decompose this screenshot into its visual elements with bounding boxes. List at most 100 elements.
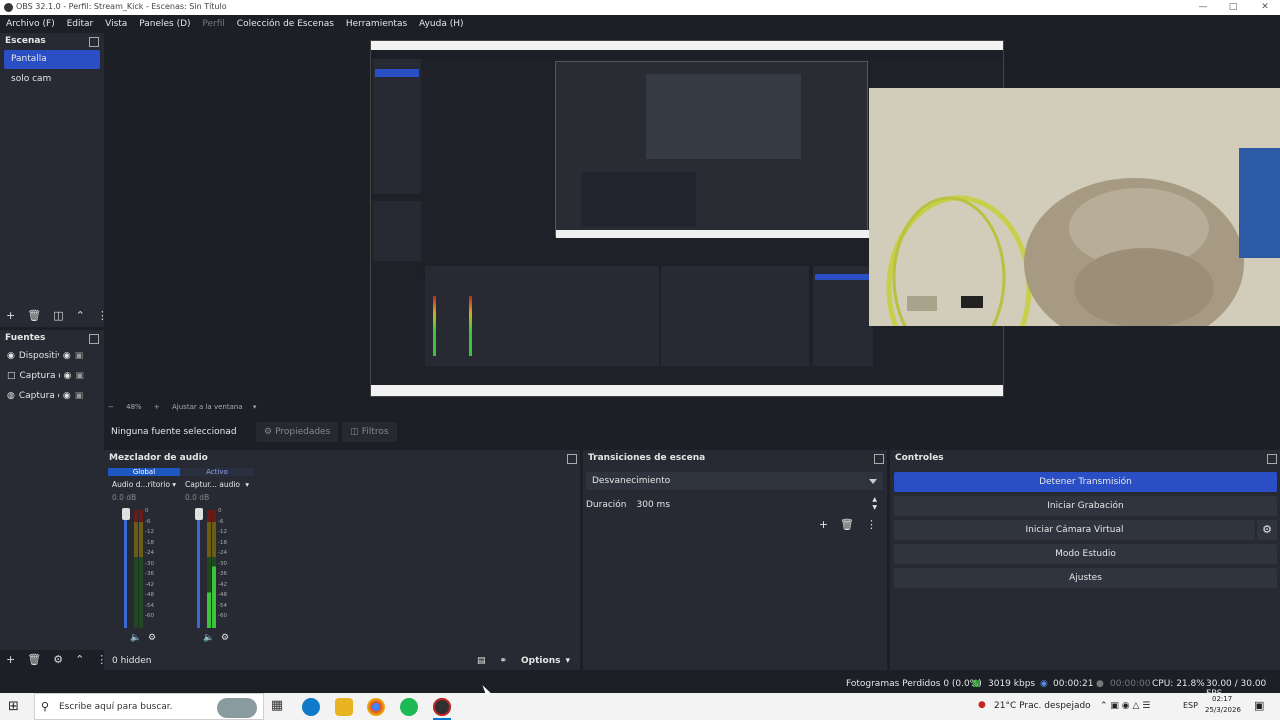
maximize-button[interactable]: □ <box>1218 1 1248 14</box>
virtual-camera-gear-icon[interactable]: ⚙ <box>1257 520 1277 540</box>
language-indicator[interactable]: ESP <box>1183 701 1198 710</box>
task-view-icon[interactable]: ▦ <box>268 698 286 716</box>
file-explorer-icon[interactable] <box>335 698 353 716</box>
trash-icon[interactable]: 🗑 <box>840 518 854 531</box>
menu-bar: Archivo (F) Editar Vista Paneles (D) Per… <box>0 15 1280 33</box>
dock-float-icon[interactable] <box>567 454 577 464</box>
chevron-down-icon[interactable]: ▾ <box>565 656 570 666</box>
clock-time[interactable]: 02:17 <box>1212 695 1232 703</box>
transitions-title: Transiciones de escena <box>583 450 887 466</box>
menu-profile[interactable]: Perfil <box>199 15 228 33</box>
speaker-icon[interactable]: 🔈 <box>130 633 141 643</box>
trash-icon[interactable]: 🗑 <box>27 653 41 666</box>
tab-activo[interactable]: Activo <box>180 468 254 476</box>
add-icon[interactable]: + <box>819 518 828 531</box>
chevron-up-icon[interactable]: ⌃ <box>76 309 85 322</box>
nested-taskbar <box>556 230 869 238</box>
webcam-image <box>869 88 1280 326</box>
system-tray-icons[interactable]: ⌃ ▣ ◉ △ ☰ <box>1100 701 1150 711</box>
add-icon[interactable]: + <box>6 653 15 666</box>
level-meter <box>207 510 211 628</box>
menu-docks[interactable]: Paneles (D) <box>136 15 193 33</box>
menu-tools[interactable]: Herramientas <box>343 15 410 33</box>
scene-item-solo-cam[interactable]: solo cam <box>4 70 100 89</box>
duration-input[interactable]: 300 ms ▲ ▼ <box>630 496 883 514</box>
close-button[interactable]: ✕ <box>1250 1 1280 14</box>
menu-scene-collection[interactable]: Colección de Escenas <box>234 15 337 33</box>
chevron-down-icon[interactable]: ▾ <box>172 480 176 489</box>
lock-icon[interactable]: ▣ <box>75 371 84 381</box>
more-icon[interactable]: ⋮ <box>97 309 108 322</box>
source-item-display[interactable]: □ Captura d ◉ ▣ <box>0 366 104 386</box>
channel-db: 0.0 dB <box>112 493 137 502</box>
fit-mode-label[interactable]: Ajustar a la ventana <box>172 403 243 411</box>
notification-icon[interactable]: ▣ <box>1254 699 1264 712</box>
source-item-audio[interactable]: ◍ Captura d ◉ ▣ <box>0 386 104 406</box>
volume-fader-track[interactable] <box>197 510 200 628</box>
windows-start-icon[interactable]: ⊞ <box>8 699 19 714</box>
minimize-button[interactable]: — <box>1188 1 1218 14</box>
dock-float-icon[interactable] <box>89 37 99 47</box>
trash-icon[interactable]: 🗑 <box>27 309 41 322</box>
obs-icon[interactable] <box>433 698 451 716</box>
eye-icon[interactable]: ◉ <box>63 391 71 401</box>
options-button[interactable]: Options <box>521 656 560 666</box>
layout-icon[interactable]: ▤ <box>477 656 486 666</box>
settings-icon[interactable]: ⚙ <box>148 633 156 643</box>
eye-icon[interactable]: ◉ <box>64 371 72 381</box>
sources-dock: Fuentes ◉ Dispositiv ◉ ▣ □ Captura d ◉ ▣… <box>0 330 107 666</box>
start-recording-button[interactable]: Iniciar Grabación <box>894 496 1277 516</box>
chrome-icon[interactable] <box>367 698 385 716</box>
filter-icon[interactable]: ◫ <box>53 309 63 322</box>
tab-global[interactable]: Global <box>108 468 180 476</box>
controls-dock: Controles Detener Transmisión Iniciar Gr… <box>890 450 1280 670</box>
db-scale: 0 -6 -12 -18 -24 -30 -36 -42 -48 -54 -60 <box>218 508 227 619</box>
settings-button[interactable]: Ajustes <box>894 568 1277 588</box>
lock-icon[interactable]: ▣ <box>75 351 84 361</box>
edge-icon[interactable] <box>302 698 320 716</box>
menu-edit[interactable]: Editar <box>64 15 97 33</box>
speaker-icon[interactable]: 🔈 <box>203 633 214 643</box>
studio-mode-button[interactable]: Modo Estudio <box>894 544 1277 564</box>
add-icon[interactable]: + <box>6 309 15 322</box>
source-item-device[interactable]: ◉ Dispositiv ◉ ▣ <box>0 346 104 366</box>
more-icon[interactable]: ⋮ <box>866 518 877 531</box>
dock-float-icon[interactable] <box>89 334 99 344</box>
spotify-icon[interactable] <box>400 698 418 716</box>
clock-date[interactable]: 25/3/2026 <box>1205 706 1241 714</box>
menu-file[interactable]: Archivo (F) <box>3 15 58 33</box>
start-virtual-camera-button[interactable]: Iniciar Cámara Virtual <box>894 520 1255 540</box>
volume-fader-handle[interactable] <box>122 508 130 520</box>
chevron-down-icon[interactable]: ▾ <box>253 403 257 411</box>
properties-button[interactable]: ⚙ Propiedades <box>256 422 339 442</box>
spinner-icon[interactable]: ▲ ▼ <box>872 496 877 512</box>
chevron-down-icon[interactable]: ▾ <box>245 480 249 489</box>
volume-fader-track[interactable] <box>124 510 127 628</box>
taskbar-search[interactable]: ⚲ Escribe aquí para buscar. <box>34 693 264 720</box>
scene-item-pantalla[interactable]: Pantalla <box>4 50 100 69</box>
stop-stream-button[interactable]: Detener Transmisión <box>894 472 1277 492</box>
filters-button[interactable]: ◫ Filtros <box>342 422 397 442</box>
dock-float-icon[interactable] <box>1267 454 1277 464</box>
dock-float-icon[interactable] <box>874 454 884 464</box>
menu-view[interactable]: Vista <box>102 15 130 33</box>
lock-icon[interactable]: ▣ <box>75 391 84 401</box>
link-icon[interactable]: ⚭ <box>499 656 507 666</box>
menu-help[interactable]: Ayuda (H) <box>416 15 466 33</box>
nested-scenes <box>373 59 421 194</box>
weather-text[interactable]: 21°C Prac. despejado <box>994 701 1091 711</box>
channel-name: Captur... audio <box>185 480 241 489</box>
zoom-in-icon[interactable]: + <box>154 403 160 411</box>
gear-icon[interactable]: ⚙ <box>53 653 63 666</box>
zoom-out-icon[interactable]: − <box>108 403 114 411</box>
transition-select[interactable]: Desvanecimiento <box>586 472 883 490</box>
search-placeholder: Escribe aquí para buscar. <box>59 702 173 712</box>
microphone-icon: ◍ <box>7 391 15 401</box>
settings-icon[interactable]: ⚙ <box>221 633 229 643</box>
signal-icon: ▩ <box>972 679 981 689</box>
eye-icon[interactable]: ◉ <box>63 351 71 361</box>
nested-scene-active <box>375 69 419 77</box>
chevron-up-icon[interactable]: ⌃ <box>75 653 84 666</box>
zoom-level: 48% <box>126 403 142 411</box>
volume-fader-handle[interactable] <box>195 508 203 520</box>
